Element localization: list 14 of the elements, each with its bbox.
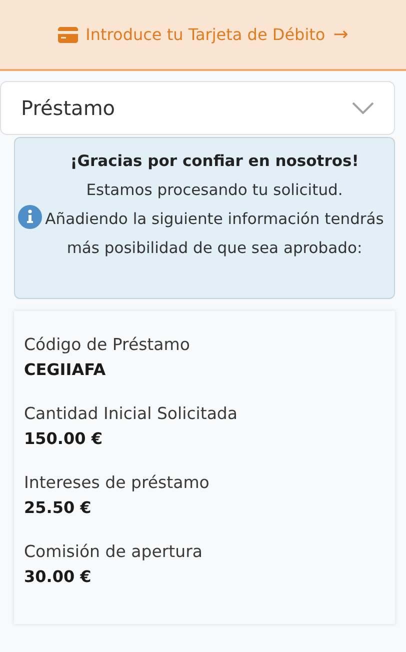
detail-label: Cantidad Inicial Solicitada [24, 403, 239, 425]
detail-label: Comisión de apertura [24, 541, 204, 563]
detail-label: Intereses de préstamo [24, 472, 210, 494]
chevron-down-icon [352, 102, 374, 114]
detail-value: CEGIIAFA [24, 359, 107, 381]
loan-type-select[interactable]: Préstamo [0, 81, 395, 135]
detail-value: 30.00 € [24, 566, 92, 588]
info-title: ¡Gracias por confiar en nosotros! [69, 151, 360, 172]
detail-label: Código de Préstamo [24, 334, 191, 356]
detail-value: 25.50 € [24, 497, 92, 519]
detail-value: 150.00 € [24, 428, 104, 450]
info-text: Estamos procesando tu solicitud. Añadiendo la siguiente información tendrás más posibilidad de que sea aprobado: [44, 180, 385, 259]
info-icon [18, 205, 42, 229]
card-icon [58, 26, 78, 42]
